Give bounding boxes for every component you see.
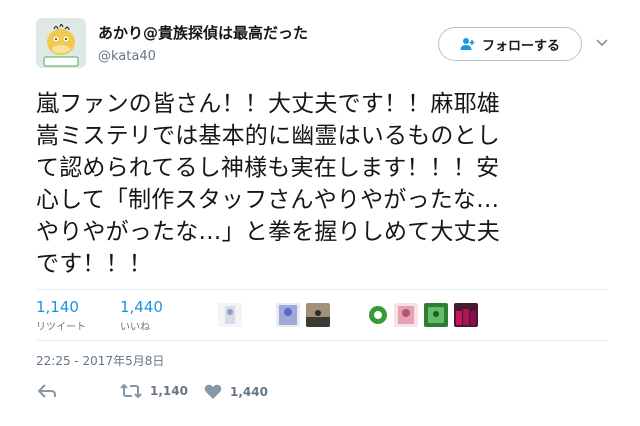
retweets-count: 1,140 <box>36 298 79 316</box>
duck-avatar-image <box>36 18 86 68</box>
user-handle[interactable]: @kata40 <box>98 49 156 64</box>
stats-divider-top <box>36 289 608 290</box>
retweet-action-count: 1,140 <box>150 384 188 398</box>
user-avatar[interactable] <box>36 18 86 68</box>
retweet-button[interactable]: 1,140 <box>120 384 188 398</box>
stats-divider-bottom <box>36 340 608 341</box>
liker-avatar[interactable] <box>218 303 242 327</box>
tweet-timestamp[interactable]: 22:25 - 2017年5月8日 <box>36 352 164 369</box>
retweets-stat[interactable]: 1,140 リツイート <box>36 298 86 333</box>
heart-icon <box>204 384 222 399</box>
follow-button-label: フォローする <box>481 38 560 54</box>
follow-button[interactable]: フォローする <box>438 27 582 61</box>
liker-avatar[interactable] <box>454 303 478 327</box>
liker-avatar[interactable] <box>306 303 330 327</box>
like-action-count: 1,440 <box>230 385 268 399</box>
liker-avatar[interactable] <box>394 303 418 327</box>
follow-person-icon <box>460 38 475 50</box>
reply-icon <box>38 384 56 398</box>
liker-avatar[interactable] <box>276 303 300 327</box>
display-name[interactable]: あかり@貴族探偵は最高だった <box>98 22 308 43</box>
liker-avatar[interactable] <box>424 303 448 327</box>
like-button[interactable]: 1,440 <box>204 384 268 400</box>
tweet-text: 嵐ファンの皆さん！！大丈夫です！！麻耶雄 嵩ミステリでは基本的に幽霊はいるものと… <box>36 91 500 277</box>
likes-label: いいね <box>120 322 150 333</box>
retweet-icon <box>120 384 142 398</box>
reply-button[interactable] <box>38 384 56 398</box>
likes-count: 1,440 <box>120 298 163 316</box>
likes-stat[interactable]: 1,440 いいね <box>120 298 163 333</box>
liker-avatar[interactable] <box>366 303 390 327</box>
caret-down-icon[interactable] <box>595 38 609 48</box>
retweets-label: リツイート <box>36 322 86 333</box>
